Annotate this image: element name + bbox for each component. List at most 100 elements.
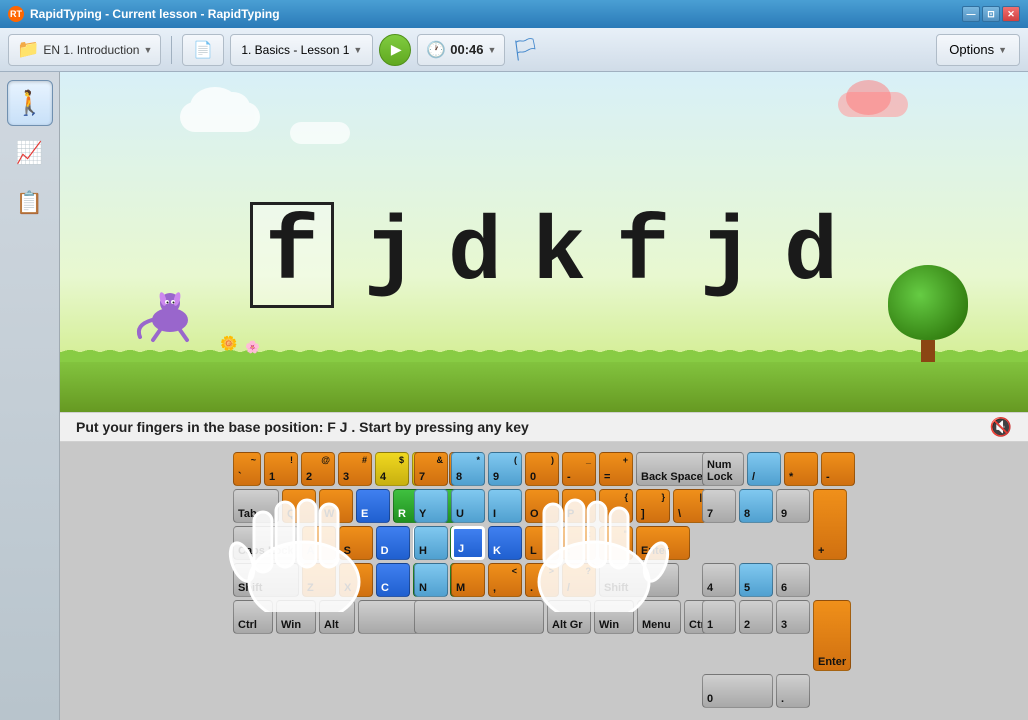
key-q[interactable]: Q bbox=[282, 489, 316, 523]
close-button[interactable]: ✕ bbox=[1002, 6, 1020, 22]
key-num-enter[interactable]: Enter bbox=[813, 600, 851, 671]
sidebar-item-typing[interactable]: 🚶 bbox=[7, 80, 53, 126]
key-minus[interactable]: _- bbox=[562, 452, 596, 486]
key-1[interactable]: !1 bbox=[264, 452, 298, 486]
key-o[interactable]: O bbox=[525, 489, 559, 523]
key-num-1[interactable]: 1 bbox=[702, 600, 736, 634]
key-numlock[interactable]: NumLock bbox=[702, 452, 744, 486]
key-equals[interactable]: += bbox=[599, 452, 633, 486]
key-0[interactable]: )0 bbox=[525, 452, 559, 486]
key-num-star[interactable]: * bbox=[784, 452, 818, 486]
main-area: 🚶 📈 📋 f j d k f j d bbox=[0, 72, 1028, 720]
caps-row-right: H J K L :; "' Enter bbox=[414, 526, 724, 560]
key-win-left[interactable]: Win bbox=[276, 600, 316, 634]
key-7[interactable]: &7 bbox=[414, 452, 448, 486]
play-button[interactable]: ▶ bbox=[379, 34, 411, 66]
sidebar-item-lessons[interactable]: 📋 bbox=[7, 180, 53, 226]
char-7: d bbox=[784, 210, 838, 300]
key-num-6[interactable]: 6 bbox=[776, 563, 810, 597]
char-active: f bbox=[250, 202, 334, 308]
key-y[interactable]: Y bbox=[414, 489, 448, 523]
key-menu[interactable]: Menu bbox=[637, 600, 681, 634]
key-ctrl-left[interactable]: Ctrl bbox=[233, 600, 273, 634]
lesson-selector[interactable]: 1. Basics - Lesson 1 ▼ bbox=[230, 34, 373, 66]
key-s[interactable]: S bbox=[339, 526, 373, 560]
course-label: EN 1. Introduction bbox=[43, 43, 139, 57]
key-enter[interactable]: Enter bbox=[636, 526, 690, 560]
key-rbracket[interactable]: }] bbox=[636, 489, 670, 523]
course-dropdown-arrow: ▼ bbox=[143, 45, 152, 55]
key-alt-left[interactable]: Alt bbox=[319, 600, 355, 634]
numpad-row-456: 4 5 6 bbox=[702, 563, 855, 597]
key-quote[interactable]: "' bbox=[599, 526, 633, 560]
status-message: Put your fingers in the base position: F… bbox=[76, 419, 529, 435]
key-d[interactable]: D bbox=[376, 526, 410, 560]
key-num-0[interactable]: 0 bbox=[702, 674, 773, 708]
key-altgr[interactable]: Alt Gr bbox=[547, 600, 591, 634]
key-num-3[interactable]: 3 bbox=[776, 600, 810, 634]
key-lbracket[interactable]: {[ bbox=[599, 489, 633, 523]
key-u[interactable]: U bbox=[451, 489, 485, 523]
key-e[interactable]: E bbox=[356, 489, 390, 523]
key-n[interactable]: N bbox=[414, 563, 448, 597]
key-num-2[interactable]: 2 bbox=[739, 600, 773, 634]
key-num-7[interactable]: 7 bbox=[702, 489, 736, 523]
key-num-9[interactable]: 9 bbox=[776, 489, 810, 523]
key-9[interactable]: (9 bbox=[488, 452, 522, 486]
minimize-button[interactable]: — bbox=[962, 6, 980, 22]
numpad: NumLock / * - 7 8 9 + 4 5 6 1 bbox=[702, 452, 855, 708]
key-num-plus[interactable]: + bbox=[813, 489, 847, 560]
sidebar-item-stats[interactable]: 📈 bbox=[7, 130, 53, 176]
key-num-4[interactable]: 4 bbox=[702, 563, 736, 597]
speaker-icon[interactable]: 🔇 bbox=[990, 417, 1012, 437]
options-button[interactable]: Options ▼ bbox=[936, 34, 1020, 66]
key-m[interactable]: M bbox=[451, 563, 485, 597]
play-icon: ▶ bbox=[391, 41, 402, 58]
key-2[interactable]: @2 bbox=[301, 452, 335, 486]
key-num-minus[interactable]: - bbox=[821, 452, 855, 486]
key-shift-right[interactable]: Shift bbox=[599, 563, 679, 597]
key-k[interactable]: K bbox=[488, 526, 522, 560]
key-p[interactable]: P bbox=[562, 489, 596, 523]
key-3[interactable]: #3 bbox=[338, 452, 372, 486]
key-space-right[interactable] bbox=[414, 600, 544, 634]
flag-button[interactable]: 🏳 bbox=[511, 37, 539, 63]
key-tab[interactable]: Tab bbox=[233, 489, 279, 523]
timer-dropdown-arrow: ▼ bbox=[487, 45, 496, 55]
key-backspace[interactable]: Back Space bbox=[636, 452, 708, 486]
key-j[interactable]: J bbox=[451, 526, 485, 560]
window-controls[interactable]: — ⊡ ✕ bbox=[962, 6, 1020, 22]
lessons-icon: 📋 bbox=[16, 190, 43, 216]
key-x[interactable]: X bbox=[339, 563, 373, 597]
key-num-5[interactable]: 5 bbox=[739, 563, 773, 597]
key-h[interactable]: H bbox=[414, 526, 448, 560]
key-num-8[interactable]: 8 bbox=[739, 489, 773, 523]
maximize-button[interactable]: ⊡ bbox=[982, 6, 1000, 22]
numpad-row-123: 1 2 3 Enter bbox=[702, 600, 855, 671]
lesson-info-btn[interactable]: 📄 bbox=[182, 34, 224, 66]
key-comma[interactable]: <, bbox=[488, 563, 522, 597]
key-8[interactable]: *8 bbox=[451, 452, 485, 486]
tab-row-right: Y U I O P {[ }] |\ bbox=[414, 489, 724, 523]
key-shift-left[interactable]: Shift bbox=[233, 563, 299, 597]
bottom-row-right: Alt Gr Win Menu Ctrl bbox=[414, 600, 724, 634]
key-num-dot[interactable]: . bbox=[776, 674, 810, 708]
key-period[interactable]: >. bbox=[525, 563, 559, 597]
key-w[interactable]: W bbox=[319, 489, 353, 523]
right-keyboard: &7 *8 (9 )0 _- += Back Space Y U I O P {… bbox=[414, 452, 724, 708]
key-win-right[interactable]: Win bbox=[594, 600, 634, 634]
key-slash[interactable]: ?/ bbox=[562, 563, 596, 597]
key-l[interactable]: L bbox=[525, 526, 559, 560]
key-a[interactable]: A bbox=[302, 526, 336, 560]
course-selector[interactable]: 📁 EN 1. Introduction ▼ bbox=[8, 34, 161, 66]
key-z[interactable]: Z bbox=[302, 563, 336, 597]
key-capslock[interactable]: Caps Lock bbox=[233, 526, 299, 560]
key-c[interactable]: C bbox=[376, 563, 410, 597]
key-4[interactable]: $4 bbox=[375, 452, 409, 486]
key-backtick[interactable]: ~` bbox=[233, 452, 261, 486]
key-semicolon[interactable]: :; bbox=[562, 526, 596, 560]
key-num-slash[interactable]: / bbox=[747, 452, 781, 486]
numpad-row-789: 7 8 9 + bbox=[702, 489, 855, 560]
chart-icon: 📈 bbox=[16, 140, 43, 166]
key-i[interactable]: I bbox=[488, 489, 522, 523]
